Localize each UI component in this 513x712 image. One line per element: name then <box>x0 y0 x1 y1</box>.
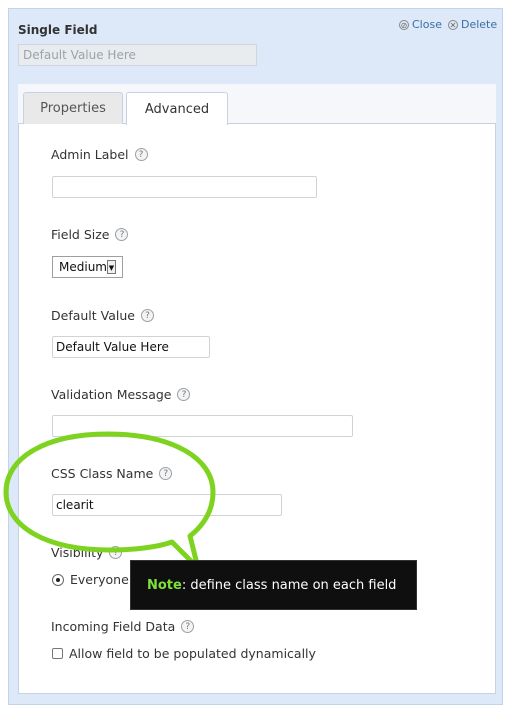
field-size-text: Field Size <box>51 227 110 242</box>
admin-label-text: Admin Label <box>51 147 129 162</box>
note-text: : define class name on each field <box>181 577 397 593</box>
note-label: Note <box>147 577 182 593</box>
delete-label: Delete <box>461 18 498 31</box>
admin-label-heading: Admin Label ? <box>51 147 148 162</box>
question-mark-icon[interactable]: ? <box>177 388 191 401</box>
visibility-everyone-option[interactable]: Everyone <box>52 572 129 587</box>
populate-dynamically-option[interactable]: Allow field to be populated dynamically <box>52 646 316 661</box>
incoming-data-heading: Incoming Field Data ? <box>51 619 195 634</box>
question-mark-icon[interactable]: ? <box>140 309 154 322</box>
question-mark-icon[interactable]: ? <box>181 620 195 633</box>
default-value-preview: Default Value Here <box>18 44 257 66</box>
incoming-data-text: Incoming Field Data <box>51 619 176 634</box>
radio-button[interactable] <box>52 573 64 586</box>
highlight-bubble <box>3 431 216 571</box>
note-tooltip: Note: define class name on each field <box>130 560 417 610</box>
chevron-down-icon: ▼ <box>106 260 116 274</box>
default-value-heading: Default Value ? <box>51 308 154 323</box>
close-label: Close <box>412 18 442 31</box>
close-circle-icon: ⊘ <box>399 19 409 30</box>
populate-dynamically-label: Allow field to be populated dynamically <box>69 646 316 661</box>
default-value-input[interactable]: Default Value Here <box>52 336 210 358</box>
delete-link[interactable]: ✕ Delete <box>448 18 497 31</box>
validation-message-text: Validation Message <box>51 387 172 402</box>
checkbox[interactable] <box>52 648 63 659</box>
default-value-text: Default Value <box>51 308 135 323</box>
validation-message-heading: Validation Message ? <box>51 387 191 402</box>
question-mark-icon[interactable]: ? <box>115 228 129 241</box>
field-size-select[interactable]: Medium ▼ <box>52 256 123 278</box>
tab-advanced[interactable]: Advanced <box>126 92 228 125</box>
question-mark-icon[interactable]: ? <box>134 148 148 161</box>
field-title: Single Field <box>18 23 98 37</box>
delete-x-icon: ✕ <box>448 19 458 30</box>
tab-properties[interactable]: Properties <box>23 92 123 124</box>
field-size-heading: Field Size ? <box>51 227 129 242</box>
visibility-option-label: Everyone <box>70 572 129 587</box>
field-size-selected: Medium <box>59 260 107 274</box>
admin-label-input[interactable] <box>52 176 317 198</box>
close-link[interactable]: ⊘ Close <box>399 18 442 31</box>
